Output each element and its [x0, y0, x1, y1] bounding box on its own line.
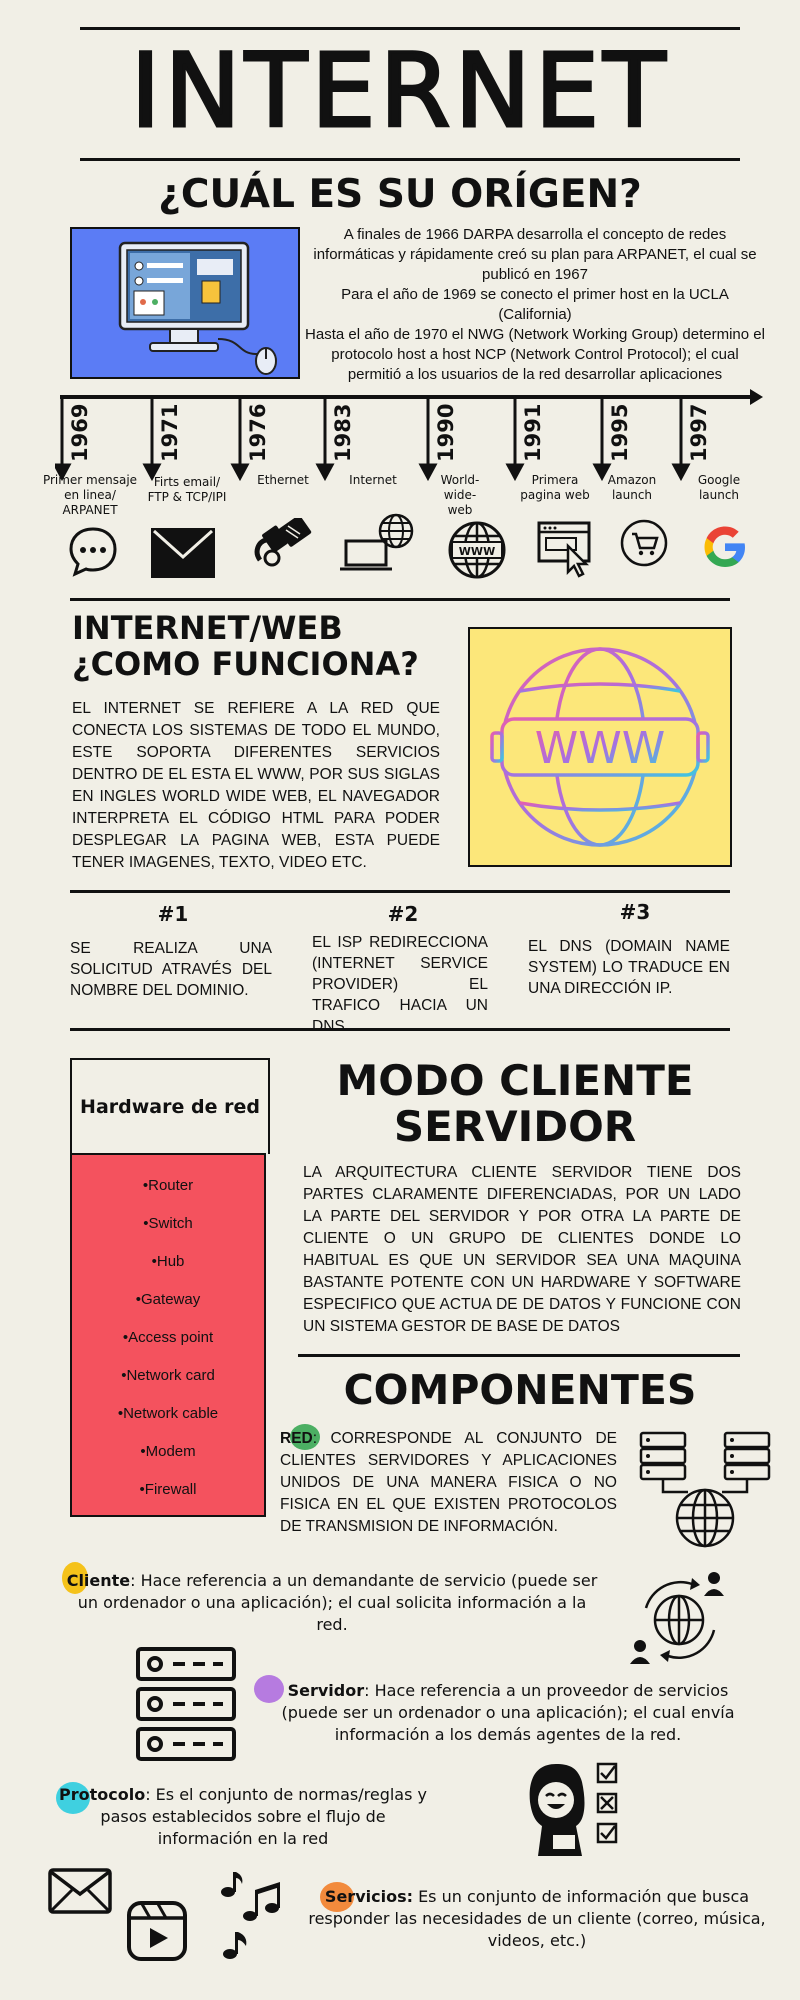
client-cycle-globe-icon	[630, 1572, 724, 1664]
hardware-item: •Router	[142, 1177, 194, 1194]
video-play-icon	[127, 1901, 187, 1961]
hardware-item: •Modem	[140, 1443, 196, 1460]
section-divider	[70, 890, 730, 893]
hardware-item: •Gateway	[135, 1291, 201, 1308]
hardware-title-box: Hardware de red	[70, 1058, 270, 1154]
component-protocolo-term: Protocolo	[59, 1785, 146, 1804]
section-divider	[70, 1028, 730, 1031]
timeline-label: Internet	[349, 473, 397, 487]
timeline-year: 1997	[687, 403, 711, 462]
client-server-heading-line-1: MODO CLIENTE	[336, 1056, 694, 1105]
component-red-term: RED	[280, 1430, 313, 1447]
timeline-year: 1983	[331, 403, 355, 462]
web-description: EL INTERNET SE REFIERE A LA RED QUE CONE…	[72, 700, 440, 871]
timeline-label: Google launch	[697, 473, 741, 502]
components-heading: COMPONENTES	[343, 1366, 697, 1414]
timeline-label: Firts email/ FTP & TCP/IPI	[147, 475, 227, 504]
mail-icon	[48, 1868, 112, 1914]
title-rule-bottom	[80, 158, 740, 161]
web-heading: INTERNET/WEB ¿COMO FUNCIONA?	[72, 610, 472, 682]
chat-bubble-icon	[69, 527, 117, 577]
timeline-label: Primer mensaje en linea/ ARPANET	[42, 473, 138, 517]
timeline-year: 1995	[608, 403, 632, 462]
hardware-title: Hardware de red	[80, 1096, 260, 1118]
client-server-description: LA ARQUITECTURA CLIENTE SERVIDOR TIENE D…	[303, 1164, 741, 1335]
component-red: RED: CORRESPONDE AL CONJUNTO DE CLIENTES…	[280, 1428, 617, 1538]
component-cliente-text: : Hace referencia a un demandante de ser…	[77, 1571, 598, 1634]
hardware-item: •Network cable	[117, 1405, 219, 1422]
hardware-item: •Firewall	[139, 1481, 197, 1498]
svg-text:WWW: WWW	[459, 545, 495, 558]
hardware-item: •Network card	[121, 1367, 215, 1384]
ethernet-cable-icon	[254, 518, 312, 567]
component-cliente: Cliente: Hace referencia a un demandante…	[62, 1570, 602, 1636]
www-label: WWW	[535, 723, 666, 774]
hardware-list-box: •Router •Switch •Hub •Gateway •Access po…	[70, 1153, 266, 1517]
client-server-heading-line-2: SERVIDOR	[393, 1102, 637, 1151]
step-number: #2	[387, 902, 419, 926]
timeline-label: Ethernet	[257, 473, 309, 487]
timeline-label: World-wide-web	[440, 473, 480, 517]
browser-cursor-icon	[537, 521, 591, 578]
timeline-label: Amazon launch	[607, 473, 657, 502]
origin-paragraph-3: Hasta el año de 1970 el NWG (Network Wor…	[305, 326, 765, 383]
step-text: SE REALIZA UNA SOLICITUD ATRAVÉS DEL NOM…	[70, 940, 272, 999]
component-protocolo: Protocolo: Es el conjunto de normas/regl…	[58, 1784, 428, 1850]
component-protocolo-text: : Es el conjunto de normas/reglas y paso…	[100, 1785, 427, 1848]
music-notes-icon	[221, 1872, 280, 1959]
timeline-year: 1990	[434, 403, 458, 462]
step-number: #3	[619, 900, 651, 924]
server-rack-icon	[136, 1647, 236, 1761]
hardware-item: •Hub	[151, 1253, 185, 1270]
person-checklist-icon	[529, 1762, 618, 1856]
step-text: EL ISP REDIRECCIONA (INTERNET SERVICE PR…	[312, 934, 488, 1035]
www-illustration-box: WWW	[468, 627, 732, 867]
component-servidor-term: Servidor	[287, 1681, 365, 1700]
timeline-year: 1969	[68, 403, 92, 462]
www-globe-gradient-icon: WWW	[490, 647, 710, 847]
step-text: EL DNS (DOMAIN NAME SYSTEM) LO TRADUCE E…	[528, 938, 730, 997]
computer-mouse-icon	[118, 241, 277, 375]
computer-illustration-box	[70, 227, 300, 379]
www-globe-icon: WWW	[448, 521, 506, 579]
hardware-item: •Switch	[143, 1215, 193, 1232]
component-servicios: Servicios: Es un conjunto de información…	[302, 1886, 772, 1952]
component-red-text: : CORRESPONDE AL CONJUNTO DE CLIENTES SE…	[280, 1430, 617, 1535]
step-number: #1	[157, 902, 189, 926]
client-server-heading: MODO CLIENTE SERVIDOR	[290, 1058, 740, 1150]
web-heading-line-2: ¿COMO FUNCIONA?	[72, 645, 419, 683]
section-divider	[70, 598, 730, 601]
shopping-cart-icon	[620, 519, 668, 567]
hardware-item: •Access point	[122, 1329, 214, 1346]
component-servicios-term: Servicios:	[324, 1887, 413, 1906]
page-title: INTERNET	[129, 31, 670, 153]
timeline-year: 1971	[158, 403, 182, 462]
origin-paragraph-2: Para el año de 1969 se conecto el primer…	[341, 286, 729, 323]
timeline-year: 1991	[521, 403, 545, 462]
origin-paragraph-1: A finales de 1966 DARPA desarrolla el co…	[313, 226, 757, 283]
origin-text: A finales de 1966 DARPA desarrolla el co…	[305, 225, 765, 385]
component-cliente-term: Cliente	[66, 1571, 131, 1590]
timeline-year: 1976	[246, 403, 270, 462]
servers-globe-icon	[639, 1431, 771, 1548]
timeline-label: Primera pagina web	[520, 473, 590, 502]
google-logo-icon	[704, 526, 745, 567]
section-divider	[298, 1354, 740, 1357]
origin-heading: ¿CUÁL ES SU ORÍGEN?	[158, 172, 642, 217]
component-servidor: Servidor: Hace referencia a un proveedor…	[258, 1680, 758, 1746]
envelope-icon	[151, 528, 215, 578]
laptop-globe-icon	[340, 513, 414, 571]
web-heading-line-1: INTERNET/WEB	[72, 609, 343, 647]
